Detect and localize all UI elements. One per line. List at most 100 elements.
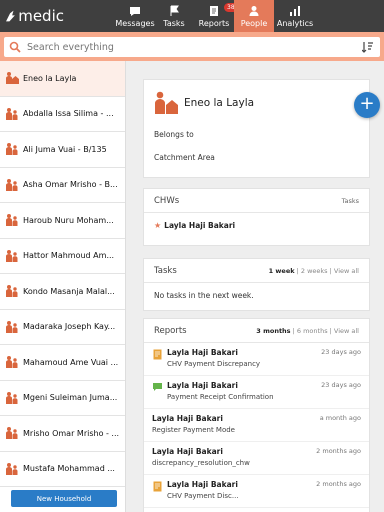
tasks-header: Tasks 1 week | 2 weeks | View all	[144, 259, 369, 283]
sort-icon[interactable]	[362, 41, 373, 53]
nav-analytics[interactable]: Analytics	[277, 0, 313, 32]
nav-label-tasks: Tasks	[163, 19, 185, 28]
reports-card: Reports 3 months | 6 months | View all L…	[143, 318, 370, 512]
report-row[interactable]: Layla Haji Bakari a month ago Register P…	[144, 409, 369, 442]
list-item-name: Kondo Masanja Malal...	[23, 286, 115, 296]
list-item[interactable]: Madaraka Joseph Kay...	[0, 310, 125, 345]
report-author: Layla Haji Bakari	[167, 348, 238, 357]
household-icon	[6, 356, 18, 369]
top-bar: medic Messages Tasks 38 Reports People A…	[0, 0, 384, 32]
list-item-name: Hattor Mahmoud Am...	[23, 251, 115, 261]
list-item[interactable]: Hattor Mahmoud Am...	[0, 239, 125, 274]
reports-filter-6-months[interactable]: 6 months	[297, 327, 328, 335]
list-item-name: Mustafa Mohammad ...	[23, 464, 115, 474]
people-icon	[249, 6, 259, 16]
chw-row[interactable]: ★ Layla Haji Bakari	[144, 213, 369, 238]
report-date: 2 months ago	[316, 480, 361, 488]
list-item-name: Mgeni Suleiman Juma...	[23, 393, 118, 403]
list-item-name: Eneo la Layla	[23, 73, 77, 83]
list-item[interactable]: Mgeni Suleiman Juma...	[0, 381, 125, 416]
list-item[interactable]: Ali Juma Vuai - B/135	[0, 132, 125, 168]
reports-icon	[210, 6, 218, 16]
plus-icon: +	[359, 93, 375, 114]
tasks-title: Tasks	[154, 265, 177, 276]
report-form: CHV Payment Disc...	[167, 492, 239, 500]
list-item[interactable]: Mahamoud Ame Vuai ...	[0, 345, 125, 381]
list-item[interactable]: Mrisho Omar Mrisho - ...	[0, 416, 125, 452]
report-row[interactable]: Layla Haji Bakari 2 months ago CHV Payme…	[144, 475, 369, 508]
document-icon	[153, 481, 162, 492]
reports-filter-view-all[interactable]: View all	[334, 327, 359, 335]
nav-label-people: People	[240, 19, 268, 28]
report-date: 23 days ago	[321, 348, 361, 356]
household-icon	[6, 214, 18, 227]
messages-icon	[130, 7, 140, 16]
tasks-filter: 1 week | 2 weeks | View all	[268, 266, 359, 275]
list-item-name: Haroub Nuru Moham...	[23, 215, 114, 225]
report-author: Layla Haji Bakari	[167, 381, 238, 390]
add-button[interactable]: +	[354, 92, 380, 118]
tasks-filter-1-week[interactable]: 1 week	[269, 267, 295, 275]
list-item-name: Mahamoud Ame Vuai ...	[23, 357, 119, 367]
nav-reports[interactable]: 38 Reports	[196, 0, 238, 32]
tasks-filter-2-weeks[interactable]: 2 weeks	[301, 267, 328, 275]
search-input[interactable]	[27, 41, 362, 53]
list-item[interactable]: Kondo Masanja Malal...	[0, 274, 125, 310]
report-row[interactable]: Layla Haji Bakari 23 days ago Payment Re…	[144, 376, 369, 409]
report-author: Layla Haji Bakari	[167, 480, 238, 489]
report-row[interactable]: Layla Haji Bakari 23 days ago CHV Paymen…	[144, 343, 369, 376]
analytics-icon	[290, 6, 300, 16]
chws-tasks-label: Tasks	[341, 196, 359, 205]
list-item-name: Asha Omar Mrisho - B...	[23, 180, 118, 190]
new-household-button[interactable]: New Household	[11, 490, 117, 507]
list-item[interactable]: Haroub Nuru Moham...	[0, 203, 125, 239]
tasks-icon	[170, 5, 179, 16]
search-box	[4, 37, 380, 57]
report-date: 23 days ago	[321, 381, 361, 389]
report-form: Register Payment Mode	[152, 426, 235, 434]
nav-people[interactable]: People	[234, 0, 274, 32]
chws-header: CHWs Tasks	[144, 189, 369, 213]
place-icon	[155, 91, 178, 114]
place-name: Eneo la Layla	[184, 97, 255, 109]
list-item-name: Madaraka Joseph Kay...	[23, 322, 116, 332]
household-icon	[6, 143, 18, 156]
medic-logo-icon	[6, 10, 15, 22]
reports-header: Reports 3 months | 6 months | View all	[144, 319, 369, 343]
household-icon	[6, 285, 18, 298]
nav-label-reports: Reports	[198, 19, 230, 28]
tasks-filter-view-all[interactable]: View all	[334, 267, 359, 275]
report-row[interactable]: Layla Haji Bakari 2 months ago discrepan…	[144, 442, 369, 475]
reports-title: Reports	[154, 325, 187, 336]
report-date: a month ago	[319, 414, 361, 422]
search-icon[interactable]	[9, 41, 21, 53]
app-logo[interactable]: medic	[4, 5, 64, 27]
nav-tasks[interactable]: Tasks	[158, 0, 190, 32]
list-item[interactable]: Eneo la Layla	[0, 61, 125, 97]
reports-filter-3-months[interactable]: 3 months	[256, 327, 290, 335]
report-author: Layla Haji Bakari	[152, 414, 223, 423]
household-icon	[6, 178, 18, 191]
list-item-name: Abdalla Issa Silima - ...	[23, 109, 114, 119]
household-icon	[6, 462, 18, 475]
logo-text: medic	[18, 7, 64, 25]
tasks-empty-message: No tasks in the next week.	[154, 291, 254, 300]
report-form: CHV Payment Discrepancy	[167, 360, 261, 368]
reports-filter: 3 months | 6 months | View all	[256, 326, 359, 335]
report-form: Payment Receipt Confirmation	[167, 393, 274, 401]
household-icon	[6, 391, 18, 404]
report-author: Layla Haji Bakari	[152, 447, 223, 456]
household-icon	[6, 320, 18, 333]
list-item[interactable]: Mustafa Mohammad ...	[0, 452, 125, 487]
list-item[interactable]: Asha Omar Mrisho - B...	[0, 168, 125, 203]
report-date: 2 months ago	[316, 447, 361, 455]
chw-name: Layla Haji Bakari	[164, 221, 236, 230]
list-item[interactable]: Abdalla Issa Silima - ...	[0, 97, 125, 132]
chws-title: CHWs	[154, 195, 180, 206]
message-icon	[153, 383, 162, 391]
chws-card: CHWs Tasks ★ Layla Haji Bakari	[143, 188, 370, 246]
household-icon	[6, 107, 18, 120]
nav-messages[interactable]: Messages	[115, 0, 155, 32]
list-item-name: Ali Juma Vuai - B/135	[23, 144, 107, 154]
place-summary-card: Eneo la Layla Belongs to Catchment Area	[143, 79, 370, 178]
